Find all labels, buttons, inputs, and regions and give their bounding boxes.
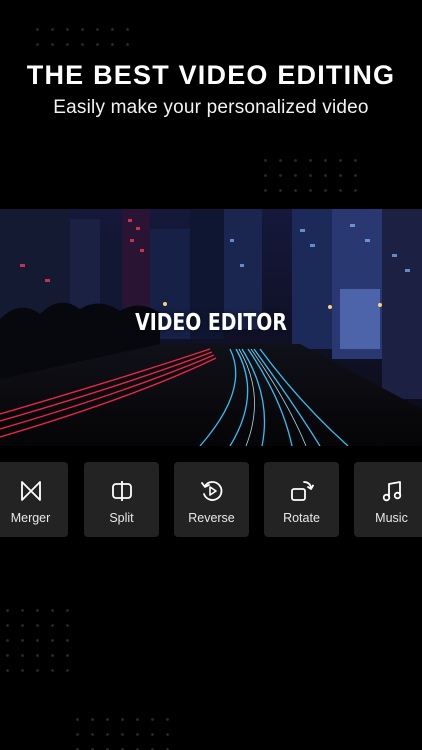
hero-overlay-text: VIDEO EDITOR: [135, 310, 287, 336]
tool-label: Reverse: [188, 511, 235, 525]
tool-row: Merger Split Reverse Rotate Music: [0, 462, 422, 538]
page-title: THE BEST VIDEO EDITING: [26, 60, 396, 90]
merge-icon: [20, 481, 41, 501]
reverse-icon: [200, 481, 222, 501]
tool-label: Music: [375, 511, 408, 525]
rotate-icon: [290, 481, 314, 501]
tool-label: Rotate: [283, 511, 320, 525]
tool-label: Merger: [10, 511, 51, 525]
tool-rotate-button[interactable]: Rotate: [264, 462, 339, 537]
dot-grid-bottom: [70, 712, 175, 750]
hero-image: VIDEO EDITOR: [0, 209, 422, 446]
music-note-icon: [382, 481, 401, 502]
dot-grid-top-left: [30, 22, 135, 52]
tool-reverse-button[interactable]: Reverse: [174, 462, 249, 537]
tool-music-button[interactable]: Music: [354, 462, 422, 537]
dot-grid-right: [258, 153, 363, 201]
tool-split-button[interactable]: Split: [84, 462, 159, 537]
tool-merger-button[interactable]: Merger: [0, 462, 68, 537]
tool-label: Split: [109, 511, 134, 525]
dot-grid-bottom-left: [0, 603, 75, 678]
page-subtitle: Easily make your personalized video: [53, 97, 369, 118]
split-icon: [111, 481, 132, 501]
